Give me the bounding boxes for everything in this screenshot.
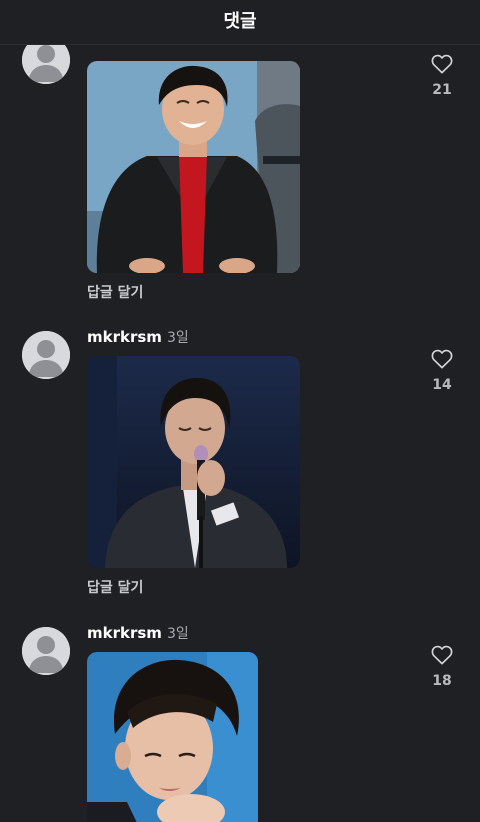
comment-photo[interactable] [87, 356, 300, 568]
avatar[interactable] [22, 627, 70, 675]
portrait-man-photo-icon [87, 652, 258, 822]
reply-button[interactable]: 답글 달기 [87, 577, 143, 597]
singing-man-photo-icon [87, 356, 300, 568]
like-count: 14 [432, 377, 452, 393]
page-title: 댓글 [223, 11, 257, 32]
like-count: 18 [432, 673, 452, 689]
username[interactable]: mkrkrsm [87, 328, 162, 346]
heart-icon [431, 54, 453, 74]
heart-icon [431, 645, 453, 665]
heart-icon [431, 349, 453, 369]
smiling-man-photo-icon [87, 61, 300, 273]
comment-time: 3일 [166, 626, 189, 642]
default-profile-icon [22, 627, 70, 675]
reply-button[interactable]: 답글 달기 [87, 282, 143, 302]
like-button[interactable]: 21 [422, 54, 462, 98]
comment-meta: mkrkrsm 3일 [87, 623, 189, 643]
comment-meta: mkrkrsm 3일 [87, 327, 189, 347]
comment-photo[interactable] [87, 652, 258, 822]
like-button[interactable]: 18 [422, 645, 462, 689]
comment-time: 3일 [166, 330, 189, 346]
like-button[interactable]: 14 [422, 349, 462, 393]
comments-screen: 답글 달기 21 mkrkrsm 3일 답글 달기 14 mkrkrsm 3일 … [0, 0, 480, 822]
comment-photo[interactable] [87, 61, 300, 273]
like-count: 21 [432, 82, 452, 98]
username[interactable]: mkrkrsm [87, 624, 162, 642]
default-profile-icon [22, 331, 70, 379]
header-bar: 댓글 [0, 0, 480, 45]
avatar[interactable] [22, 331, 70, 379]
